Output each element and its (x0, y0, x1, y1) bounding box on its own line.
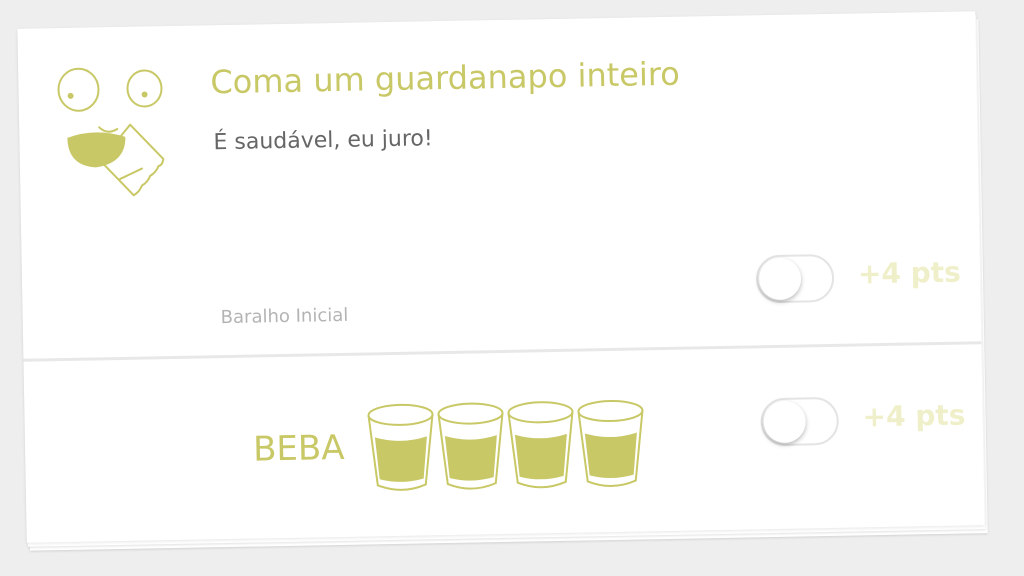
toggle-knob (763, 400, 807, 444)
drink-label: BEBA (252, 427, 345, 470)
shot-glass-icon (577, 400, 644, 488)
challenge-card: Coma um guardanapo inteiro É saudável, e… (17, 11, 985, 543)
challenge-section: Coma um guardanapo inteiro É saudável, e… (17, 11, 981, 358)
screen: Coma um guardanapo inteiro É saudável, e… (0, 0, 1024, 576)
drink-points-label: +4 pts (862, 398, 966, 434)
shot-glasses (364, 398, 656, 497)
shot-glass-icon (507, 401, 574, 489)
drink-points-toggle[interactable] (760, 396, 840, 447)
shot-glass-icon (367, 403, 434, 491)
challenge-points-toggle[interactable] (755, 253, 835, 304)
napkin-eating-face-icon (57, 67, 165, 197)
challenge-subtitle: É saudável, eu juro! (213, 126, 433, 156)
challenge-points-label: +4 pts (857, 255, 962, 291)
card-stack: Coma um guardanapo inteiro É saudável, e… (17, 11, 988, 551)
toggle-knob (758, 257, 802, 301)
challenge-title: Coma um guardanapo inteiro (210, 54, 681, 102)
drink-section: BEBA +4 pts (23, 344, 984, 543)
shot-glass-icon (437, 402, 504, 490)
deck-name: Baralho Inicial (220, 304, 349, 329)
